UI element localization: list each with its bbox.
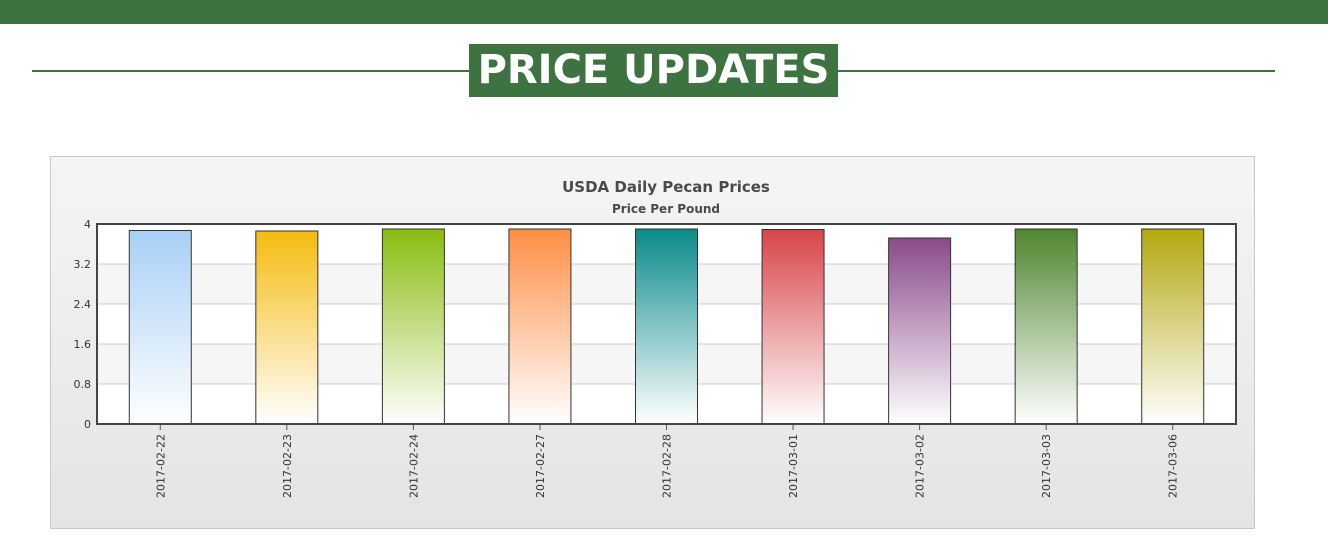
- heading-rule-left: [32, 70, 469, 72]
- bar: [761, 229, 825, 425]
- x-tick-label: 2017-03-03: [1040, 434, 1053, 498]
- top-banner-bar: [0, 0, 1328, 24]
- bar: [508, 228, 572, 425]
- bar: [888, 237, 952, 425]
- y-tick-label: 2.4: [74, 298, 92, 311]
- y-tick-label: 3.2: [74, 258, 92, 271]
- x-tick-label: 2017-02-27: [534, 434, 547, 498]
- bar: [255, 230, 319, 425]
- bar: [1014, 228, 1078, 425]
- x-tick-label: 2017-02-23: [281, 434, 294, 498]
- y-tick-label: 4: [84, 218, 91, 231]
- y-tick-label: 0.8: [74, 378, 92, 391]
- bar: [381, 228, 445, 425]
- heading-rule-right: [838, 70, 1275, 72]
- x-tick-label: 2017-03-01: [787, 434, 800, 498]
- y-tick-label: 0: [84, 418, 91, 431]
- x-tick-label: 2017-03-02: [914, 434, 927, 498]
- bar: [128, 230, 192, 425]
- chart-subtitle: Price Per Pound: [612, 202, 720, 216]
- page-heading: PRICE UPDATES: [469, 44, 838, 97]
- bar: [635, 228, 698, 425]
- x-tick-label: 2017-02-24: [407, 434, 420, 498]
- x-tick-label: 2017-02-22: [154, 434, 167, 498]
- price-chart: USDA Daily Pecan Prices Price Per Pound …: [74, 178, 1237, 498]
- y-tick-label: 1.6: [74, 338, 92, 351]
- x-tick-label: 2017-03-06: [1167, 434, 1180, 498]
- x-tick-label: 2017-02-28: [661, 434, 674, 498]
- chart-title: USDA Daily Pecan Prices: [562, 178, 770, 196]
- bar: [1141, 228, 1205, 425]
